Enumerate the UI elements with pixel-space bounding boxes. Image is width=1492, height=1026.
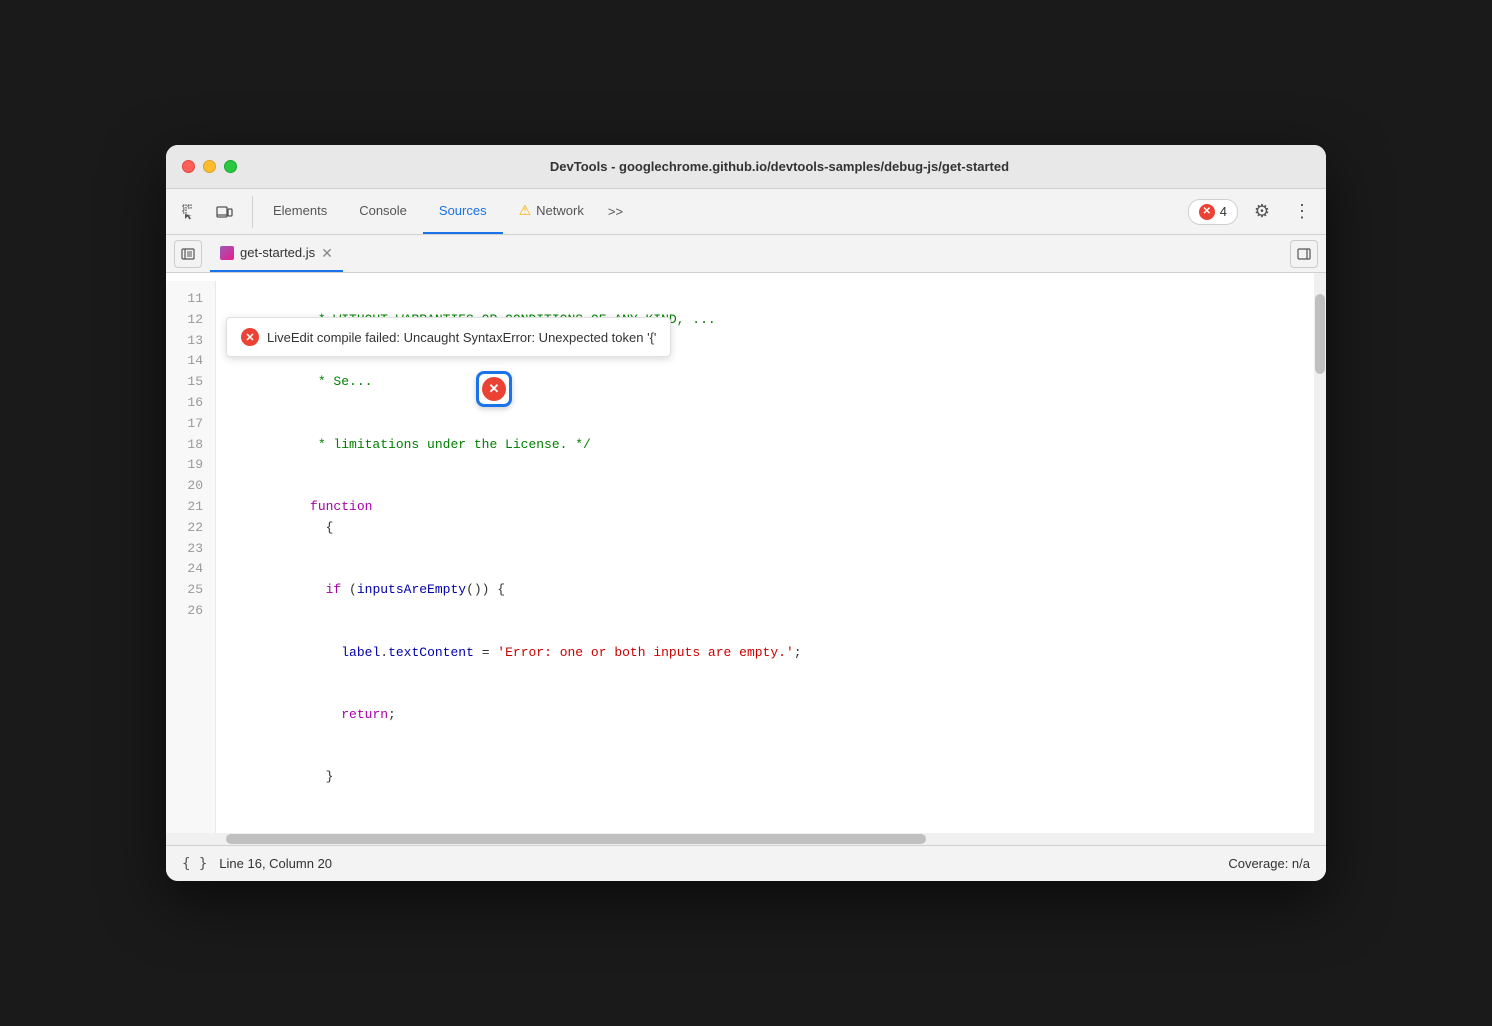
collapse-panel-button[interactable] [1290, 240, 1318, 268]
coverage-status: Coverage: n/a [1228, 856, 1310, 871]
line-num-20: 20 [166, 476, 215, 497]
line-num-11: 11 [166, 289, 215, 310]
file-close-button[interactable]: ✕ [321, 246, 333, 260]
line-num-19: 19 [166, 455, 215, 476]
settings-icon[interactable]: ⚙ [1246, 196, 1278, 228]
line-numbers: 11 12 13 14 15 16 17 18 19 20 21 22 23 2… [166, 281, 216, 833]
code-line-15: if (inputsAreEmpty()) { [232, 559, 1326, 621]
line-num-17: 17 [166, 414, 215, 435]
tabs-overflow-button[interactable]: >> [600, 189, 631, 234]
minimize-button[interactable] [203, 160, 216, 173]
tab-network[interactable]: ⚠ Network [503, 189, 600, 234]
code-content: 11 12 13 14 15 16 17 18 19 20 21 22 23 2… [166, 273, 1326, 833]
line-num-22: 22 [166, 518, 215, 539]
status-bar-left: { } Line 16, Column 20 [182, 856, 332, 872]
devtools-toolbar: Elements Console Sources ⚠ Network >> ✕ … [166, 189, 1326, 235]
error-count-badge[interactable]: ✕ 4 [1188, 199, 1238, 225]
line-num-18: 18 [166, 435, 215, 456]
line-num-26: 26 [166, 601, 215, 622]
pretty-print-button[interactable]: { } [182, 856, 207, 872]
line-num-16: 16 [166, 393, 215, 414]
line-num-21: 21 [166, 497, 215, 518]
title-bar: DevTools - googlechrome.github.io/devtoo… [166, 145, 1326, 189]
line-num-12: 12 [166, 310, 215, 331]
more-options-icon[interactable]: ⋮ [1286, 196, 1318, 228]
error-tooltip-icon: ✕ [241, 328, 259, 346]
line-num-24: 24 [166, 559, 215, 580]
horizontal-scrollbar-track[interactable] [166, 833, 1326, 845]
sidebar-toggle-button[interactable] [174, 240, 202, 268]
js-file-icon [220, 246, 234, 260]
vertical-scrollbar-thumb[interactable] [1315, 294, 1325, 374]
traffic-lights [182, 160, 237, 173]
code-line-19: updateLabel(); [232, 809, 1326, 833]
code-editor-area: ✕ LiveEdit compile failed: Uncaught Synt… [166, 273, 1326, 833]
cursor-position: Line 16, Column 20 [219, 856, 332, 871]
inline-error-marker[interactable]: ✕ [476, 371, 512, 407]
close-button[interactable] [182, 160, 195, 173]
inline-error-circle-icon: ✕ [482, 377, 506, 401]
code-line-12: * Se... [232, 351, 1326, 413]
status-bar: { } Line 16, Column 20 Coverage: n/a [166, 845, 1326, 881]
file-tab-get-started-js[interactable]: get-started.js ✕ [210, 235, 343, 272]
window-title: DevTools - googlechrome.github.io/devtoo… [249, 159, 1310, 174]
code-line-17: return; [232, 684, 1326, 746]
line-num-25: 25 [166, 580, 215, 601]
network-warning-icon: ⚠ [519, 202, 532, 219]
devtools-tabs: Elements Console Sources ⚠ Network >> [257, 189, 1188, 234]
error-tooltip: ✕ LiveEdit compile failed: Uncaught Synt… [226, 317, 671, 357]
line-num-15: 15 [166, 372, 215, 393]
maximize-button[interactable] [224, 160, 237, 173]
file-tabs-bar: get-started.js ✕ [166, 235, 1326, 273]
device-toggle-icon[interactable] [208, 196, 240, 228]
tab-sources[interactable]: Sources [423, 189, 503, 234]
toolbar-right: ✕ 4 ⚙ ⋮ [1188, 196, 1318, 228]
code-line-13: * limitations under the License. */ [232, 414, 1326, 476]
tab-console[interactable]: Console [343, 189, 423, 234]
code-line-14: function { [232, 476, 1326, 559]
code-line-16: label.textContent = 'Error: one or both … [232, 622, 1326, 684]
error-icon: ✕ [1199, 204, 1215, 220]
error-tooltip-message: LiveEdit compile failed: Uncaught Syntax… [267, 330, 656, 345]
tab-elements[interactable]: Elements [257, 189, 343, 234]
devtools-window: DevTools - googlechrome.github.io/devtoo… [166, 145, 1326, 881]
inspect-icon[interactable] [174, 196, 206, 228]
horizontal-scrollbar-thumb[interactable] [226, 834, 926, 844]
toolbar-left-icons [174, 196, 253, 228]
vertical-scrollbar-track[interactable] [1314, 273, 1326, 833]
file-tab-label: get-started.js [240, 245, 315, 260]
line-num-14: 14 [166, 351, 215, 372]
line-num-23: 23 [166, 539, 215, 560]
code-lines[interactable]: * WITHOUT WARRANTIES OR CONDITIONS OF AN… [216, 281, 1326, 833]
code-line-18: } [232, 747, 1326, 809]
line-num-13: 13 [166, 331, 215, 352]
